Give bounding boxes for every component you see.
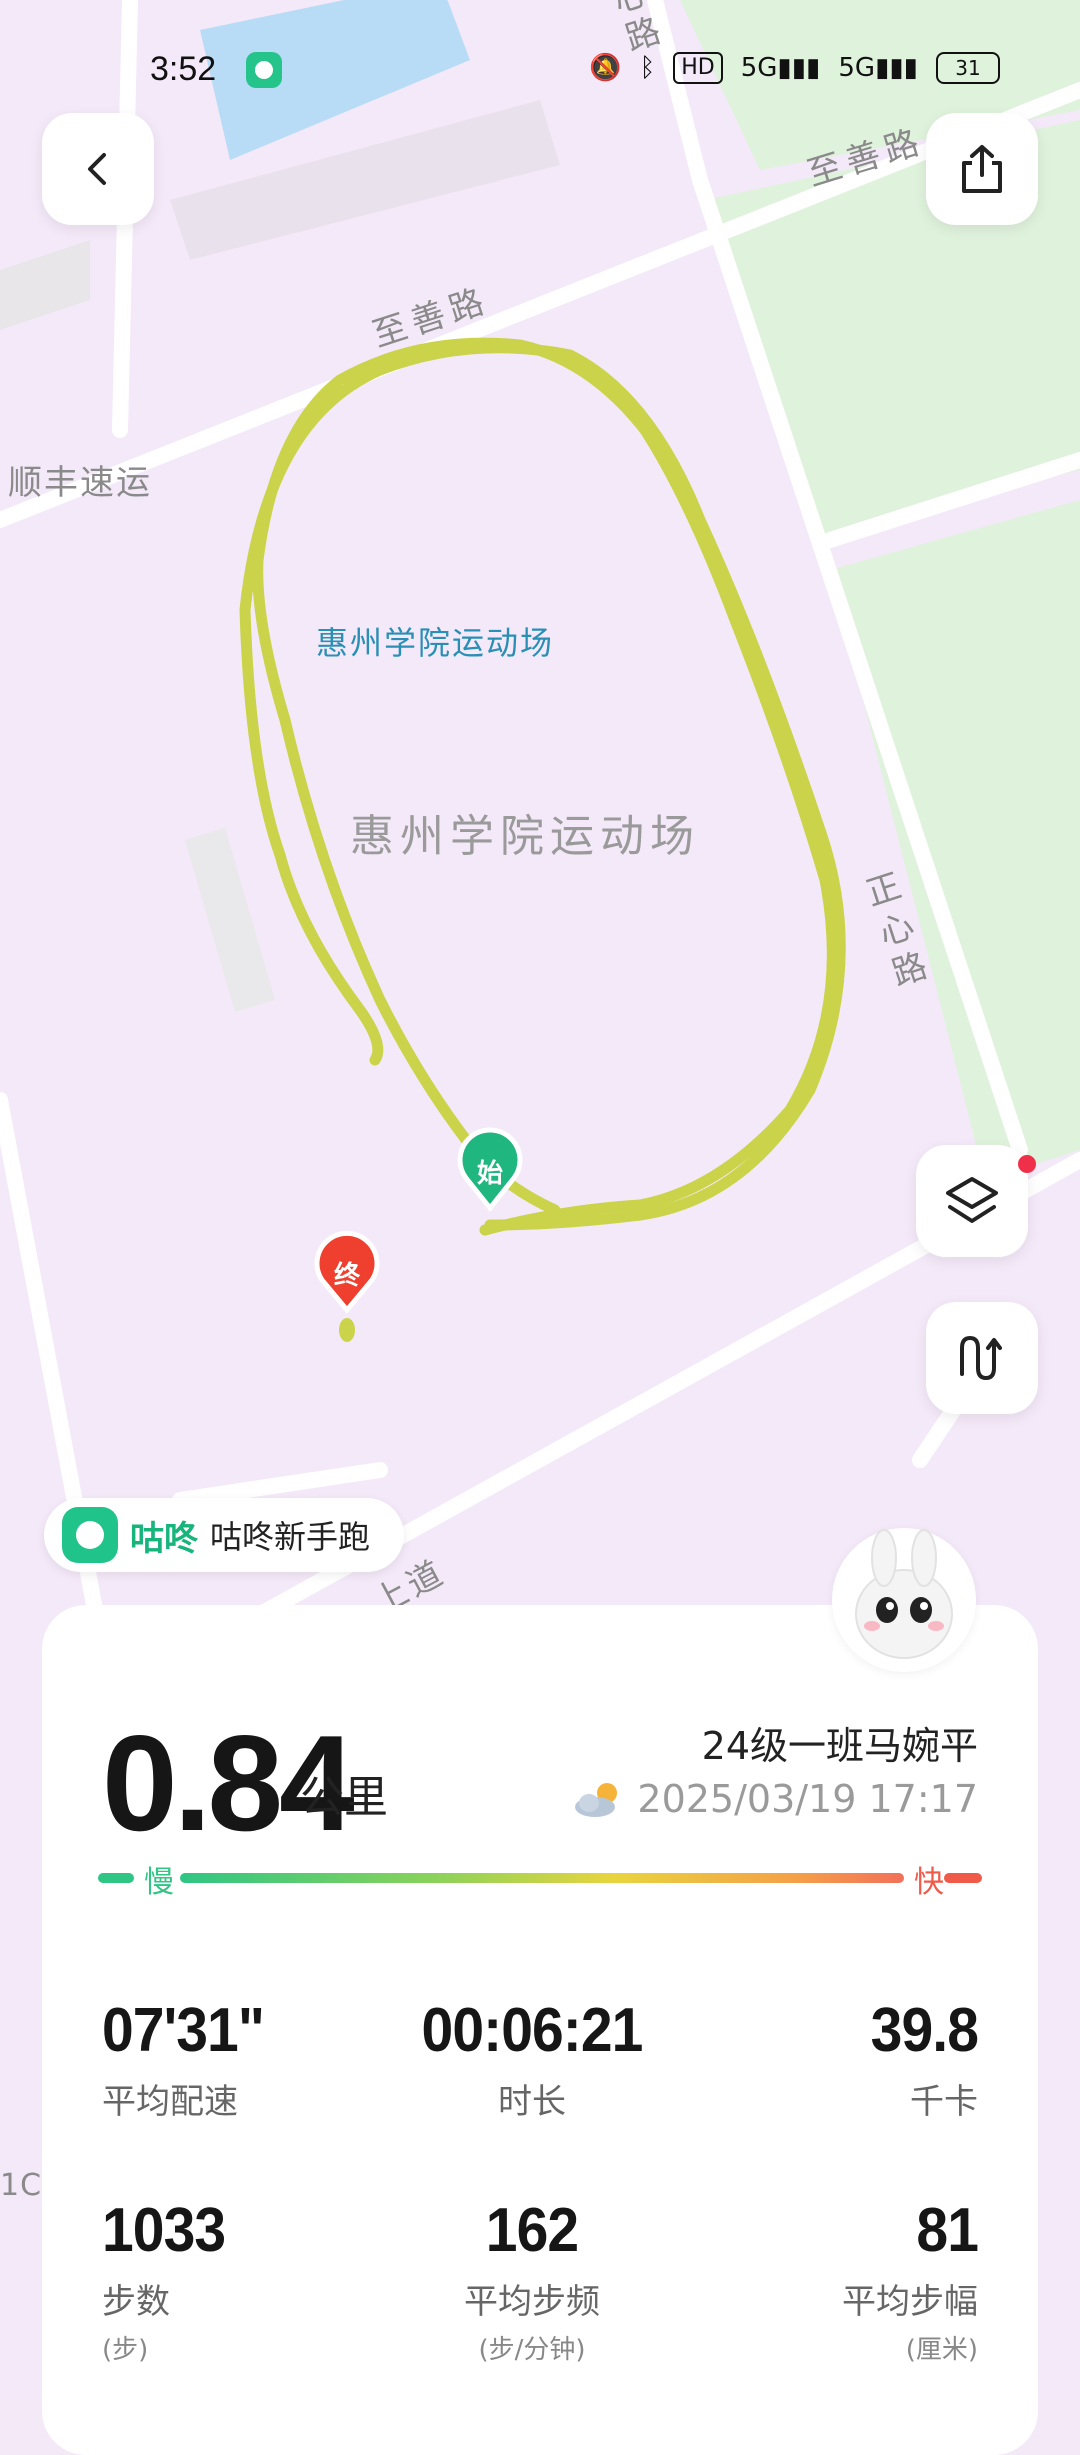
hd-badge: HD (673, 52, 723, 84)
codoon-logo-icon (62, 1507, 118, 1563)
user-avatar[interactable] (832, 1528, 976, 1672)
stat-calories: 39.8 千卡 (870, 1996, 979, 2122)
venue-highlight-label: 惠州学院运动场 (316, 624, 555, 662)
status-icons: 🔕 ᛒ HD 5G▮▮▮ 5G▮▮▮ 31 (589, 52, 1000, 84)
status-time: 3:52 (150, 50, 217, 88)
route-style-button[interactable] (926, 1302, 1038, 1414)
battery-icon: 31 (936, 52, 1000, 84)
signal-icon: 5G▮▮▮ (740, 53, 821, 83)
run-mode-label: 咕咚新手跑 (210, 1518, 371, 1556)
user-name: 24级一班马婉平 (701, 1724, 978, 1768)
pace-fast-label: 快 (914, 1865, 944, 1900)
back-button[interactable] (42, 113, 154, 225)
start-marker-label: 始 (476, 1159, 503, 1189)
chevron-left-icon (88, 153, 106, 185)
stat-avg-pace: 07'31" 平均配速 (102, 1996, 265, 2122)
run-summary-card: 0.84 公里 24级一班马婉平 2025/03/19 17:17 慢 快 07… (42, 1605, 1038, 2455)
app-notification-icon (246, 52, 282, 88)
pace-slow-label: 慢 (144, 1865, 174, 1900)
signal-icon-2: 5G▮▮▮ (838, 53, 918, 83)
bluetooth-icon: ᛒ (639, 53, 656, 83)
edge-label: 1C (0, 2168, 43, 2203)
stat-steps: 1033 步数 (步) (102, 2196, 226, 2365)
stat-duration: 00:06:21 时长 (421, 1996, 644, 2122)
poi-label: 顺丰速运 (8, 463, 152, 503)
stat-cadence: 162 平均步频 (步/分钟) (464, 2196, 600, 2365)
mute-icon: 🔕 (589, 53, 622, 83)
pace-gradient-bar: 慢 快 (98, 1857, 982, 1900)
app-brand-name: 咕咚 (130, 1518, 198, 1559)
run-datetime: 2025/03/19 17:17 (573, 1777, 978, 1821)
share-icon (962, 145, 1002, 193)
mascot-icon (855, 1529, 953, 1659)
route-wave-icon (960, 1335, 1002, 1381)
layers-icon (946, 1177, 998, 1223)
partly-cloudy-icon (575, 1783, 618, 1817)
map-layers-button[interactable] (916, 1145, 1028, 1257)
app-source-tag: 咕咚 咕咚新手跑 (44, 1498, 405, 1572)
distance-unit: 公里 (300, 1772, 388, 1823)
status-bar: 3:52 🔕 ᛒ HD 5G▮▮▮ 5G▮▮▮ 31 (0, 40, 1080, 100)
venue-area-label: 惠州学院运动场 (350, 811, 700, 862)
stat-stride: 81 平均步幅 (厘米) (842, 2196, 979, 2365)
end-marker-label: 终 (333, 1261, 360, 1291)
notification-dot (1018, 1155, 1036, 1173)
share-button[interactable] (926, 113, 1038, 225)
